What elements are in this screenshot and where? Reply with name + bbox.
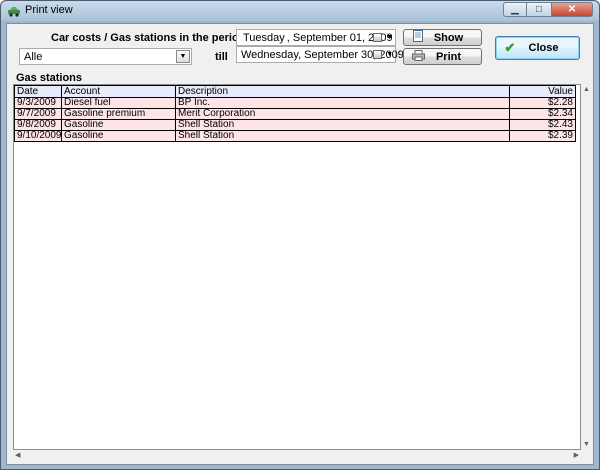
cell-account: Gasoline: [61, 119, 176, 131]
cell-account: Gasoline premium: [61, 108, 176, 120]
maximize-button[interactable]: □: [527, 2, 551, 17]
minimize-icon: ▁: [511, 4, 519, 15]
cell-value: $2.34: [509, 108, 576, 120]
horizontal-scrollbar[interactable]: ◀ ▶: [13, 450, 581, 461]
column-header-value[interactable]: Value: [509, 85, 576, 98]
column-header-description[interactable]: Description: [175, 85, 510, 98]
minimize-button[interactable]: ▁: [503, 2, 527, 17]
column-header-account[interactable]: Account: [61, 85, 176, 98]
cell-account: Gasoline: [61, 130, 176, 142]
section-title: Gas stations: [16, 72, 83, 84]
show-button-label: Show: [433, 31, 464, 44]
cell-account: Diesel fuel: [61, 97, 176, 109]
vertical-scrollbar[interactable]: ▲ ▼: [581, 84, 591, 450]
cell-value: $2.39: [509, 130, 576, 142]
date-to-picker[interactable]: Wednesday, September 30, 2009 ▼: [236, 46, 404, 63]
cell-date: 9/8/2009: [14, 119, 62, 131]
cell-value: $2.28: [509, 97, 576, 109]
cell-value: $2.43: [509, 119, 576, 131]
column-header-date[interactable]: Date: [14, 85, 62, 98]
date-from-calendar-button[interactable]: ▼: [373, 31, 393, 44]
close-button-label: Close: [528, 42, 559, 54]
filter-value: Alle: [24, 50, 43, 63]
title-bar[interactable]: Print view ▁ □ ✕: [1, 1, 599, 21]
filter-combobox[interactable]: Alle ▼: [19, 48, 192, 65]
cell-description: Shell Station: [175, 119, 510, 131]
scroll-right-icon[interactable]: ▶: [574, 451, 579, 459]
print-view-window: Print view ▁ □ ✕ Car costs / Gas station…: [0, 0, 600, 470]
show-button[interactable]: Show: [403, 29, 482, 46]
scroll-down-icon[interactable]: ▼: [583, 441, 590, 448]
client-area: Car costs / Gas stations in the period o…: [6, 23, 594, 465]
printer-icon: [410, 49, 426, 64]
scroll-left-icon[interactable]: ◀: [15, 451, 20, 459]
window-title: Print view: [25, 4, 73, 16]
table-row[interactable]: 9/3/2009 Diesel fuel BP Inc. $2.28: [14, 97, 576, 109]
chevron-down-icon: ▼: [386, 34, 393, 41]
filter-dropdown-button[interactable]: ▼: [176, 50, 190, 63]
scroll-up-icon[interactable]: ▲: [583, 86, 590, 93]
document-preview-icon: [410, 30, 426, 45]
cell-date: 9/10/2009: [14, 130, 62, 142]
close-icon: ✕: [567, 4, 577, 15]
maximize-icon: □: [535, 4, 543, 15]
checkmark-icon: ✔: [504, 40, 516, 55]
cell-date: 9/7/2009: [14, 108, 62, 120]
gas-stations-grid[interactable]: Date Account Description Value 9/3/2009 …: [13, 84, 581, 450]
gas-stations-table: Date Account Description Value 9/3/2009 …: [14, 85, 576, 142]
table-header-row: Date Account Description Value: [14, 85, 576, 98]
date-from-picker[interactable]: Tuesday , September 01, 2009 ▼: [236, 29, 396, 46]
window-close-button[interactable]: ✕: [551, 2, 593, 17]
cell-date: 9/3/2009: [14, 97, 62, 109]
chevron-down-icon: ▼: [386, 51, 393, 58]
print-button-label: Print: [435, 50, 462, 63]
table-row[interactable]: 9/10/2009 Gasoline Shell Station $2.39: [14, 130, 576, 142]
car-icon: [8, 7, 20, 17]
cell-description: BP Inc.: [175, 97, 510, 109]
table-row[interactable]: 9/7/2009 Gasoline premium Merit Corporat…: [14, 108, 576, 120]
table-row[interactable]: 9/8/2009 Gasoline Shell Station $2.43: [14, 119, 576, 131]
close-button[interactable]: ✔ Close: [495, 36, 580, 60]
calendar-icon: [373, 33, 382, 42]
calendar-icon: [373, 50, 382, 59]
period-label: Car costs / Gas stations in the period o…: [51, 32, 259, 44]
chevron-down-icon: ▼: [179, 53, 187, 60]
till-label: till: [215, 51, 228, 63]
print-button[interactable]: Print: [403, 48, 482, 65]
date-from-weekday: Tuesday: [243, 31, 285, 44]
cell-description: Merit Corporation: [175, 108, 510, 120]
date-to-calendar-button[interactable]: ▼: [373, 48, 393, 61]
cell-description: Shell Station: [175, 130, 510, 142]
caption-buttons: ▁ □ ✕: [503, 2, 593, 18]
